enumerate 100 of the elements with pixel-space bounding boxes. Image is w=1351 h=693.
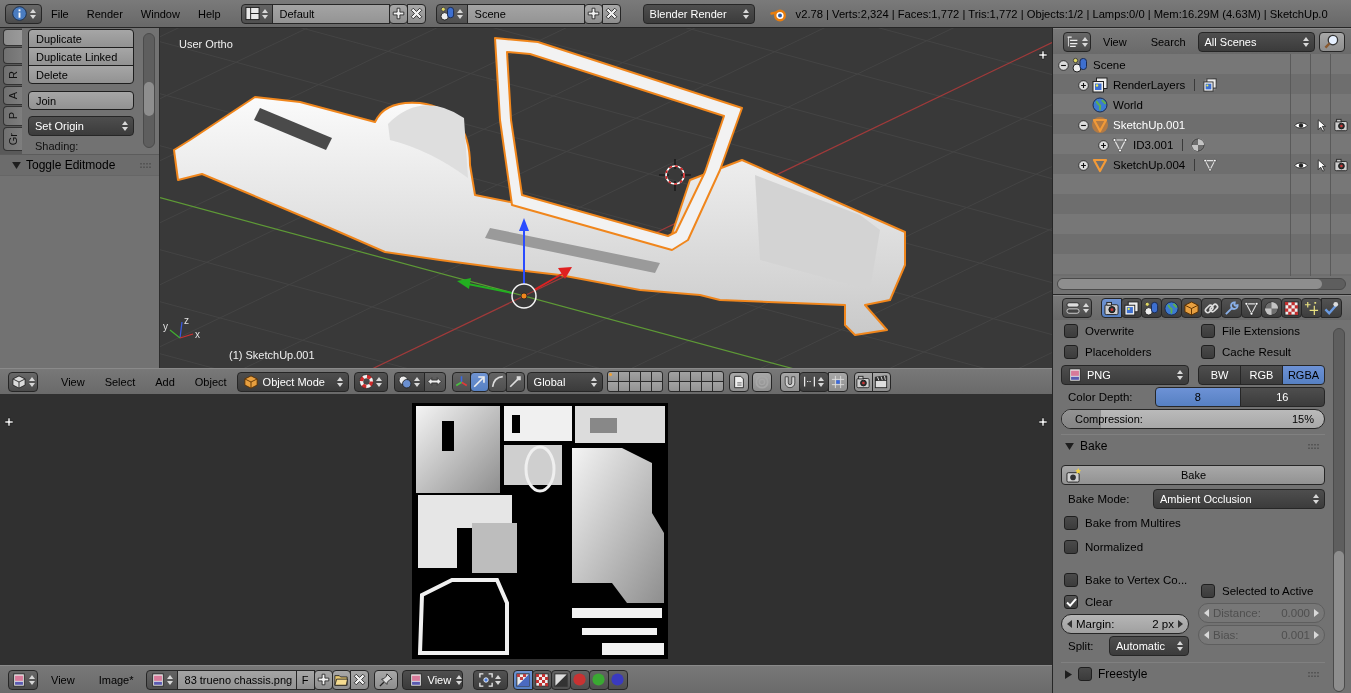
checkbox[interactable] bbox=[1201, 324, 1215, 338]
layer-button[interactable] bbox=[668, 372, 679, 381]
layer-button[interactable] bbox=[701, 372, 712, 381]
shelf-tab[interactable]: Gr bbox=[3, 126, 22, 151]
triangle-right-icon[interactable] bbox=[1065, 669, 1072, 679]
render-animation-button[interactable] bbox=[871, 371, 891, 392]
expand-icon[interactable] bbox=[1098, 139, 1109, 151]
triangle-down-icon[interactable] bbox=[1065, 442, 1074, 450]
menu-item[interactable]: Search bbox=[1138, 31, 1198, 52]
plus-icon[interactable] bbox=[1038, 50, 1048, 60]
shading-dropdown[interactable] bbox=[353, 371, 388, 392]
orientation-dropdown[interactable]: Global bbox=[526, 371, 603, 392]
properties-tab[interactable] bbox=[1221, 298, 1242, 318]
color-mode-option[interactable]: BW bbox=[1198, 365, 1241, 385]
panel-header[interactable]: Bake bbox=[1061, 435, 1325, 457]
properties-tab[interactable] bbox=[1261, 298, 1282, 318]
outliner-item[interactable]: SketchUp.001 bbox=[1113, 119, 1186, 131]
properties-tab[interactable] bbox=[1121, 298, 1142, 318]
join-button[interactable]: Join bbox=[28, 91, 134, 110]
manipulator-button[interactable] bbox=[487, 371, 507, 392]
origins-toggle[interactable] bbox=[423, 371, 446, 392]
layer-button[interactable] bbox=[618, 382, 629, 391]
layer-button[interactable] bbox=[651, 372, 662, 381]
compression-slider[interactable]: Compression: 15% bbox=[1061, 409, 1325, 429]
lock-layers-button[interactable] bbox=[728, 371, 749, 392]
pivot-dropdown[interactable] bbox=[472, 669, 508, 690]
editor-type-button[interactable] bbox=[1062, 298, 1092, 318]
layer-button[interactable] bbox=[668, 382, 679, 391]
menu-item[interactable]: Add bbox=[145, 371, 185, 392]
display-mode-dropdown[interactable]: All Scenes bbox=[1197, 31, 1315, 52]
plus-icon[interactable] bbox=[1038, 417, 1048, 427]
mode-dropdown[interactable]: Object Mode bbox=[236, 371, 349, 392]
number-field[interactable]: Margin: 2 px bbox=[1061, 614, 1189, 634]
outliner-item[interactable]: World bbox=[1113, 99, 1143, 111]
collapse-icon[interactable] bbox=[1078, 119, 1089, 131]
collapse-icon[interactable] bbox=[1058, 59, 1069, 71]
proportional-edit-button[interactable] bbox=[751, 371, 772, 392]
tool-button[interactable]: Duplicate Linked bbox=[28, 47, 134, 66]
color-mode-option[interactable]: RGBA bbox=[1282, 365, 1325, 385]
menu-item[interactable]: Image* bbox=[86, 669, 146, 690]
shelf-tab[interactable]: R bbox=[3, 65, 22, 85]
layer-button[interactable] bbox=[679, 382, 690, 391]
outliner-item[interactable]: ID3.001 bbox=[1133, 139, 1174, 151]
image-browse-dropdown[interactable] bbox=[145, 669, 178, 690]
layer-button[interactable] bbox=[712, 382, 723, 391]
shelf-tab[interactable] bbox=[3, 47, 22, 64]
close-button[interactable] bbox=[406, 3, 426, 24]
shelf-tab[interactable]: A bbox=[3, 85, 22, 106]
menu-item[interactable]: View bbox=[39, 669, 87, 690]
layer-button[interactable] bbox=[712, 372, 723, 381]
image-name-field[interactable]: 83 trueno chassis.png bbox=[176, 669, 297, 690]
set-origin-dropdown[interactable]: Set Origin bbox=[28, 116, 134, 136]
layer-button[interactable] bbox=[640, 372, 651, 381]
add-button[interactable] bbox=[583, 3, 603, 24]
properties-tab[interactable] bbox=[1281, 298, 1302, 318]
expand-icon[interactable] bbox=[1078, 79, 1089, 91]
plus-icon[interactable] bbox=[4, 417, 14, 427]
properties-tab[interactable] bbox=[1321, 298, 1342, 318]
open-image-button[interactable] bbox=[331, 669, 351, 690]
editor-type-button[interactable] bbox=[1063, 31, 1091, 52]
shelf-tab[interactable] bbox=[3, 29, 22, 46]
menu-item[interactable]: File bbox=[42, 3, 78, 24]
panel-header[interactable]: Toggle Editmode bbox=[0, 154, 159, 176]
properties-tab[interactable] bbox=[1181, 298, 1202, 318]
menu-item[interactable]: View bbox=[51, 371, 95, 392]
layer-button[interactable] bbox=[629, 382, 640, 391]
layer-button[interactable] bbox=[690, 382, 701, 391]
tool-button[interactable]: Delete bbox=[28, 65, 134, 84]
file-format-dropdown[interactable]: PNG bbox=[1061, 365, 1189, 385]
layout-dropdown[interactable] bbox=[240, 3, 273, 24]
unlink-image-button[interactable] bbox=[349, 669, 369, 690]
manipulator-button[interactable] bbox=[469, 371, 489, 392]
bake-button[interactable]: Bake bbox=[1061, 465, 1325, 485]
editor-mode-dropdown[interactable]: View bbox=[401, 669, 463, 690]
menu-item[interactable]: View bbox=[1091, 31, 1139, 52]
layer-button[interactable] bbox=[607, 382, 618, 391]
layer-button[interactable] bbox=[629, 372, 640, 381]
checkbox[interactable] bbox=[1064, 345, 1078, 359]
layer-button[interactable] bbox=[701, 382, 712, 391]
scene-dropdown[interactable] bbox=[435, 3, 468, 24]
new-image-button[interactable] bbox=[313, 669, 333, 690]
vertical-scrollbar[interactable] bbox=[143, 33, 155, 148]
checkbox[interactable] bbox=[1201, 345, 1215, 359]
bake-mode-dropdown[interactable]: Ambient Occlusion bbox=[1153, 489, 1325, 509]
editor-type-button[interactable] bbox=[8, 669, 38, 690]
eye-icon[interactable] bbox=[1294, 121, 1308, 129]
color-depth-option[interactable]: 16 bbox=[1239, 387, 1325, 407]
scene-name-field[interactable]: Scene bbox=[466, 3, 585, 24]
outliner-item[interactable]: SketchUp.004 bbox=[1113, 159, 1186, 171]
snap-grid-button[interactable] bbox=[827, 371, 848, 392]
render-engine-dropdown[interactable]: Blender Render bbox=[642, 3, 755, 24]
checkbox[interactable] bbox=[1064, 595, 1078, 609]
search-button[interactable] bbox=[1318, 31, 1345, 52]
camera-icon[interactable] bbox=[1334, 118, 1348, 132]
layer-button[interactable] bbox=[607, 372, 618, 381]
editor-type-button[interactable] bbox=[5, 3, 42, 24]
properties-tab[interactable] bbox=[1241, 298, 1262, 318]
color-depth-option[interactable]: 8 bbox=[1155, 387, 1241, 407]
checkbox[interactable] bbox=[1064, 540, 1078, 554]
color-mode-option[interactable]: RGB bbox=[1240, 365, 1283, 385]
